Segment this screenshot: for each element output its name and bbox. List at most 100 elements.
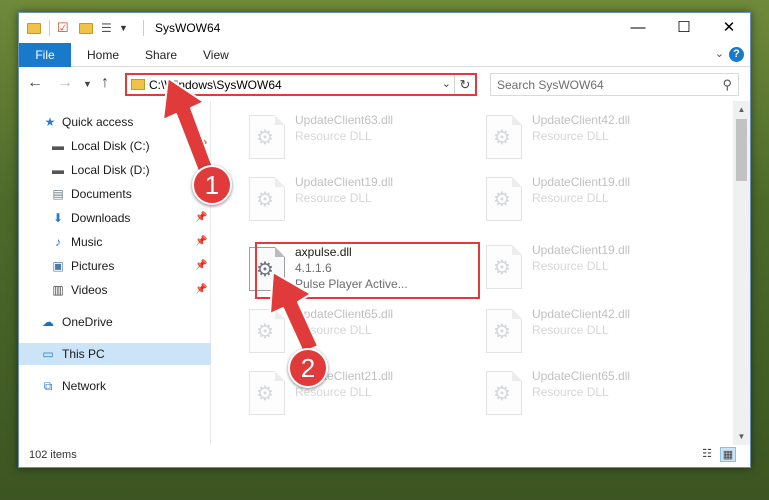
file-type: Resource DLL: [532, 129, 609, 143]
sidebar-item-label: OneDrive: [62, 315, 113, 329]
file-type: Resource DLL: [295, 191, 372, 205]
file-name: UpdateClient65.dll: [532, 369, 631, 383]
sidebar-item-label: This PC: [62, 347, 105, 361]
pin-icon[interactable]: 📌: [195, 135, 207, 157]
gear-icon: ⚙: [256, 383, 274, 405]
sidebar-item-downloads[interactable]: ⬇ Downloads 📌: [19, 207, 211, 229]
pin-icon[interactable]: 📌: [195, 231, 207, 253]
dll-file-icon: ⚙: [249, 371, 285, 415]
help-icon[interactable]: ?: [729, 47, 744, 62]
file-type: Resource DLL: [295, 129, 372, 143]
window-title: SysWOW64: [155, 21, 221, 35]
file-item[interactable]: ⚙ UpdateClient19.dll Resource DLL: [478, 171, 698, 233]
pin-icon[interactable]: 📌: [195, 207, 207, 229]
dll-file-icon: ⚙: [249, 115, 285, 159]
file-item[interactable]: ⚙ UpdateClient65.dll Resource DLL: [478, 365, 698, 427]
dll-file-icon: ⚙: [249, 177, 285, 221]
minimize-button[interactable]: —: [615, 13, 661, 43]
file-name: UpdateClient65.dll: [295, 307, 394, 321]
scroll-up-icon[interactable]: ▲: [733, 101, 750, 118]
tab-home[interactable]: Home: [87, 43, 119, 67]
dll-file-icon: ⚙: [486, 177, 522, 221]
sidebar-item-this-pc[interactable]: ▭ This PC: [19, 343, 211, 365]
videos-icon: ▥: [52, 283, 64, 297]
sidebar-item-label: Pictures: [71, 259, 115, 273]
customize-qat-icon[interactable]: ☰: [101, 20, 117, 36]
address-bar[interactable]: C:\Windows\SysWOW64 ⌄ ↻: [125, 73, 477, 96]
dll-file-icon: ⚙: [486, 245, 522, 289]
pin-icon[interactable]: 📌: [195, 255, 207, 277]
tab-file[interactable]: File: [19, 43, 71, 67]
step-2-badge: 2: [288, 348, 328, 388]
this-pc-icon: ▭: [42, 347, 54, 361]
file-name: UpdateClient42.dll: [532, 307, 631, 321]
star-icon: ★: [44, 115, 56, 129]
forward-button[interactable]: →: [57, 74, 73, 92]
search-icon[interactable]: ⚲: [722, 77, 732, 93]
file-name: UpdateClient19.dll: [295, 175, 394, 189]
qat-dropdown-icon[interactable]: ▼: [119, 20, 131, 36]
gear-icon: ⚙: [256, 321, 274, 343]
file-name: UpdateClient63.dll: [295, 113, 394, 127]
pictures-icon: ▣: [52, 259, 64, 273]
file-name: UpdateClient19.dll: [532, 175, 631, 189]
pin-icon[interactable]: 📌: [195, 279, 207, 301]
sidebar-item-local-disk-c[interactable]: ▬ Local Disk (C:) 📌: [19, 135, 211, 157]
sidebar-item-label: Local Disk (D:): [71, 163, 150, 177]
properties-icon[interactable]: ☑: [57, 20, 73, 36]
sidebar-item-videos[interactable]: ▥ Videos 📌: [19, 279, 211, 301]
gear-icon: ⚙: [493, 127, 511, 149]
file-item[interactable]: ⚙ UpdateClient65.dll Resource DLL: [241, 303, 461, 365]
music-icon: ♪: [55, 235, 61, 249]
tiles-view-icon[interactable]: ▦: [720, 447, 736, 462]
file-type: Resource DLL: [532, 191, 609, 205]
details-view-icon[interactable]: ☷: [699, 447, 715, 462]
file-item[interactable]: ⚙ UpdateClient19.dll Resource DLL: [478, 239, 698, 301]
tab-share[interactable]: Share: [145, 43, 177, 67]
file-item[interactable]: ⚙ UpdateClient42.dll Resource DLL: [478, 109, 698, 171]
status-bar: 102 items ☷ ▦: [19, 443, 750, 467]
vertical-scrollbar[interactable]: ▲ ▼: [733, 101, 750, 445]
gear-icon: ⚙: [256, 189, 274, 211]
navigation-pane: ★ Quick access ▬ Local Disk (C:) 📌 ▬ Loc…: [19, 101, 211, 445]
file-item[interactable]: ⚙ UpdateClient63.dll Resource DLL: [241, 109, 461, 171]
address-path[interactable]: C:\Windows\SysWOW64: [149, 78, 282, 92]
file-item[interactable]: ⚙ UpdateClient19.dll Resource DLL: [241, 171, 461, 233]
sidebar-item-label: Local Disk (C:): [71, 139, 150, 153]
expand-ribbon-icon[interactable]: ⌄: [715, 47, 724, 60]
sidebar-item-music[interactable]: ♪ Music 📌: [19, 231, 211, 253]
sidebar-item-network[interactable]: ⧉ Network: [19, 375, 211, 397]
recent-locations-icon[interactable]: ▼: [83, 79, 92, 89]
search-box[interactable]: ⚲: [490, 73, 739, 96]
sidebar-item-label: Videos: [71, 283, 108, 297]
back-button[interactable]: ←: [27, 74, 43, 92]
chevron-down-icon[interactable]: ⌄: [442, 77, 451, 90]
title-bar: ☑ ☰ ▼ SysWOW64 — ☐ ✕: [19, 13, 750, 43]
sidebar-item-documents[interactable]: ▤ Documents: [19, 183, 211, 205]
tab-view[interactable]: View: [203, 43, 229, 67]
file-name: UpdateClient19.dll: [532, 243, 631, 257]
sidebar-item-onedrive[interactable]: ☁ OneDrive: [19, 311, 211, 333]
sidebar-item-pictures[interactable]: ▣ Pictures 📌: [19, 255, 211, 277]
file-item[interactable]: ⚙ UpdateClient21.dll Resource DLL: [241, 365, 461, 427]
search-input[interactable]: [491, 74, 701, 95]
sidebar-item-label: Music: [71, 235, 103, 249]
explorer-window: ☑ ☰ ▼ SysWOW64 — ☐ ✕ File Home Share Vie…: [18, 12, 751, 468]
gear-icon: ⚙: [493, 321, 511, 343]
file-item[interactable]: ⚙ UpdateClient42.dll Resource DLL: [478, 303, 698, 365]
close-button[interactable]: ✕: [706, 13, 752, 43]
sidebar-item-local-disk-d[interactable]: ▬ Local Disk (D:): [19, 159, 211, 181]
drive-icon: ▬: [52, 163, 64, 177]
up-button[interactable]: ↑: [101, 74, 109, 92]
sidebar-item-label: Network: [62, 379, 107, 393]
scroll-thumb[interactable]: [736, 119, 747, 181]
refresh-icon[interactable]: ↻: [454, 75, 475, 94]
divider: [49, 20, 50, 36]
sidebar-item-quick-access[interactable]: ★ Quick access: [19, 111, 211, 133]
divider: [143, 20, 144, 36]
file-list: ⚙ UpdateClient63.dll Resource DLL ⚙ Upda…: [211, 101, 731, 445]
new-folder-icon[interactable]: [79, 20, 95, 36]
maximize-button[interactable]: ☐: [661, 13, 707, 43]
dll-file-icon: ⚙: [486, 309, 522, 353]
dll-file-icon: ⚙: [249, 309, 285, 353]
